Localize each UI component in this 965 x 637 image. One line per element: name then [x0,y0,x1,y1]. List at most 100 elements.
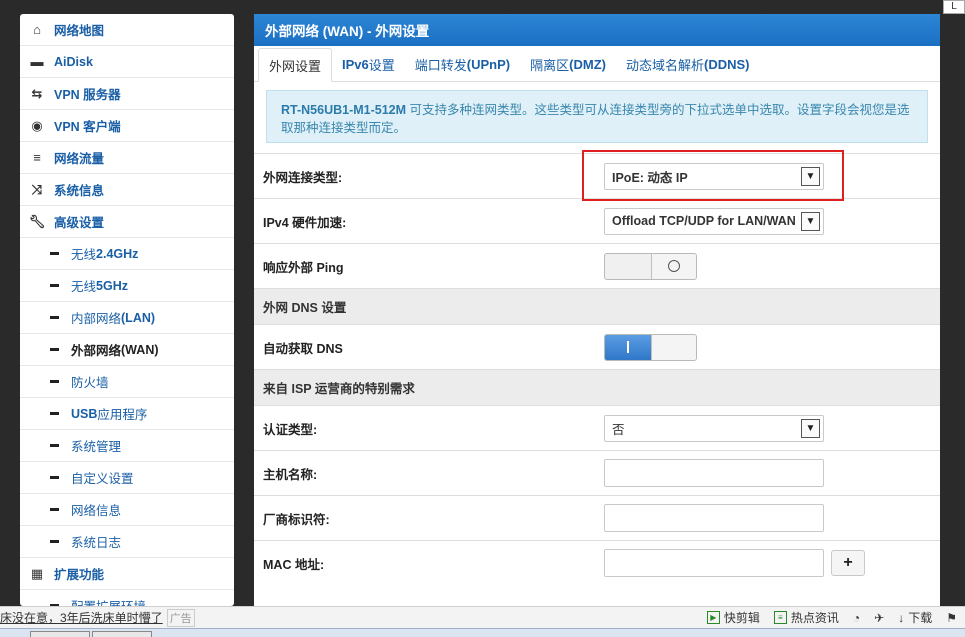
auth-value: 否 [612,422,625,437]
row-ping: 响应外部 Ping [254,243,940,288]
sidebar-item-label: 扩展功能 [54,568,105,582]
dash-icon [50,284,59,287]
tab-label: 设置 [368,57,395,73]
sidebar-item-advanced[interactable]: 🔧︎ 高级设置 [20,206,234,238]
sidebar-item-extensions[interactable]: ▦ 扩展功能 [20,558,234,590]
tab-wan-settings[interactable]: 外网设置 [258,48,333,82]
grid-icon: ▦ [30,565,44,581]
subitem-prefix: 外部网络 [71,344,122,358]
wan-type-label: 外网连接类型: [263,170,343,185]
chevron-down-icon: ▼ [801,418,820,438]
sidebar-subitem-custom[interactable]: 自定义设置 [20,462,234,494]
pin-icon[interactable]: ✈ [874,611,884,625]
sidebar-item-label: 系统信息 [54,184,105,198]
row-hostname: 主机名称: [254,450,940,495]
row-mac: MAC 地址: + [254,540,940,585]
tab-label-bold: IPv6 [342,56,369,72]
globe-icon: ◉ [31,117,43,133]
os-taskbar [0,628,965,637]
flag-icon[interactable]: ⚑ [946,611,957,625]
page-title: 外部网络 (WAN) - 外网设置 [254,14,940,46]
row-hw-accel: IPv4 硬件加速: Offload TCP/UDP for LAN/WAN ▼ [254,198,940,243]
news-icon: ≡ [773,611,787,624]
auth-select[interactable]: 否 ▼ [604,414,824,442]
sidebar-subitem-usb-apps[interactable]: USB 应用程序 [20,398,234,430]
wrench-icon: 🔧︎ [28,213,46,229]
dash-icon [50,508,59,511]
hot-news-button[interactable]: ≡ 热点资讯 [773,609,839,626]
shuffle-icon: ⤨ [31,181,43,197]
sidebar-subitem-wireless-24[interactable]: 无线 2.4GHz [20,238,234,270]
subitem-prefix: 防火墙 [71,376,109,390]
row-auto-dns: 自动获取 DNS [254,324,940,369]
subitem-prefix: 自定义设置 [71,472,134,486]
tab-ipv6[interactable]: IPv6 设置 [332,47,405,81]
subitem-bold: USB [71,406,98,421]
corner-button[interactable]: L [943,0,965,14]
hw-accel-select[interactable]: Offload TCP/UDP for LAN/WAN ▼ [604,207,824,235]
sidebar-item-traffic[interactable]: ≡ 网络流量 [20,142,234,174]
sidebar-item-label: 网络流量 [54,152,105,166]
dash-icon [50,380,59,383]
tab-dmz[interactable]: 隔离区 (DMZ) [520,47,616,81]
tab-label-bold: (UPnP) [466,56,511,72]
sidebar-subitem-system-log[interactable]: 系统日志 [20,526,234,558]
sidebar-item-aidisk[interactable]: ▬ AiDisk [20,46,234,78]
subitem-bold: 5GHz [96,278,128,293]
dash-icon [50,348,59,351]
auto-dns-toggle[interactable] [604,333,697,361]
hw-accel-label: IPv4 硬件加速: [263,215,347,230]
ad-tag: 广告 [166,608,195,627]
tab-label: 动态域名解析 [625,57,704,73]
subitem-prefix: 内部网络 [71,312,122,326]
sidebar-item-vpn-client[interactable]: ◉ VPN 客户端 [20,110,234,142]
download-button[interactable]: ↓ 下载 [898,609,932,626]
sidebar-subitem-network-info[interactable]: 网络信息 [20,494,234,526]
on-bar-icon [626,341,629,353]
info-alert: RT-N56UB1-M1-512M 可支持多种连网类型。这些类型可从连接类型旁的… [266,90,928,143]
speed-icon[interactable]: ◔ [853,611,860,625]
vendor-class-field[interactable] [604,504,824,532]
sidebar-item-system-info[interactable]: ⤨ 系统信息 [20,174,234,206]
off-circle-icon [667,260,680,272]
dash-icon [50,316,59,319]
subitem-prefix: 无线 [71,248,97,262]
home-icon: ⌂ [33,22,41,37]
sidebar-item-label: VPN 服务器 [54,88,121,102]
ping-toggle[interactable] [604,252,697,280]
tab-label: 隔离区 [530,57,570,73]
sidebar-subitem-wireless-5[interactable]: 无线 5GHz [20,270,234,302]
sidebar-item-network-map[interactable]: ⌂ 网络地图 [20,14,234,46]
taskbar-button[interactable] [92,631,152,637]
vpn-server-icon: ⇆ [31,85,43,101]
quick-edit-button[interactable]: ▶ 快剪辑 [706,609,760,626]
sidebar-item-label: AiDisk [54,54,93,69]
subitem-bold: 2.4GHz [96,246,139,261]
status-tools: ▶ 快剪辑 ≡ 热点资讯 ◔ ✈ ↓ 下载 ⚑ [706,609,957,626]
taskbar-button[interactable] [30,631,90,637]
hostname-field[interactable] [604,459,824,487]
news-ticker-link[interactable]: 床没在意，3年后洗床单时懵了 [0,609,163,626]
play-icon: ▶ [706,611,720,624]
sidebar-subitem-firewall[interactable]: 防火墙 [20,366,234,398]
subitem-prefix: 系统日志 [71,536,122,550]
tab-port-forward[interactable]: 端口转发 (UPnP) [405,47,520,81]
hw-accel-value: Offload TCP/UDP for LAN/WAN [612,214,796,228]
mac-address-field[interactable] [604,549,824,577]
subitem-bold: (LAN) [121,310,156,325]
sidebar-subitem-wan[interactable]: 外部网络 (WAN) [20,334,234,366]
sidebar-subitem-lan[interactable]: 内部网络 (LAN) [20,302,234,334]
sidebar-subitem-ext-config[interactable]: 配置扩展环境 [20,590,234,606]
tab-label: 端口转发 [414,57,467,73]
mac-clone-button[interactable]: + [831,550,865,576]
chevron-down-icon: ▼ [801,211,820,231]
download-label: 下载 [908,611,933,625]
tab-ddns[interactable]: 动态域名解析 (DDNS) [616,47,760,81]
mac-label: MAC 地址: [263,557,325,572]
sidebar-subitem-administration[interactable]: 系统管理 [20,430,234,462]
subitem-prefix: 系统管理 [71,440,122,454]
tab-label-bold: (DDNS) [704,56,750,72]
quick-edit-label: 快剪辑 [723,611,760,625]
sidebar-item-vpn-server[interactable]: ⇆ VPN 服务器 [20,78,234,110]
toggle-knob [650,253,696,279]
